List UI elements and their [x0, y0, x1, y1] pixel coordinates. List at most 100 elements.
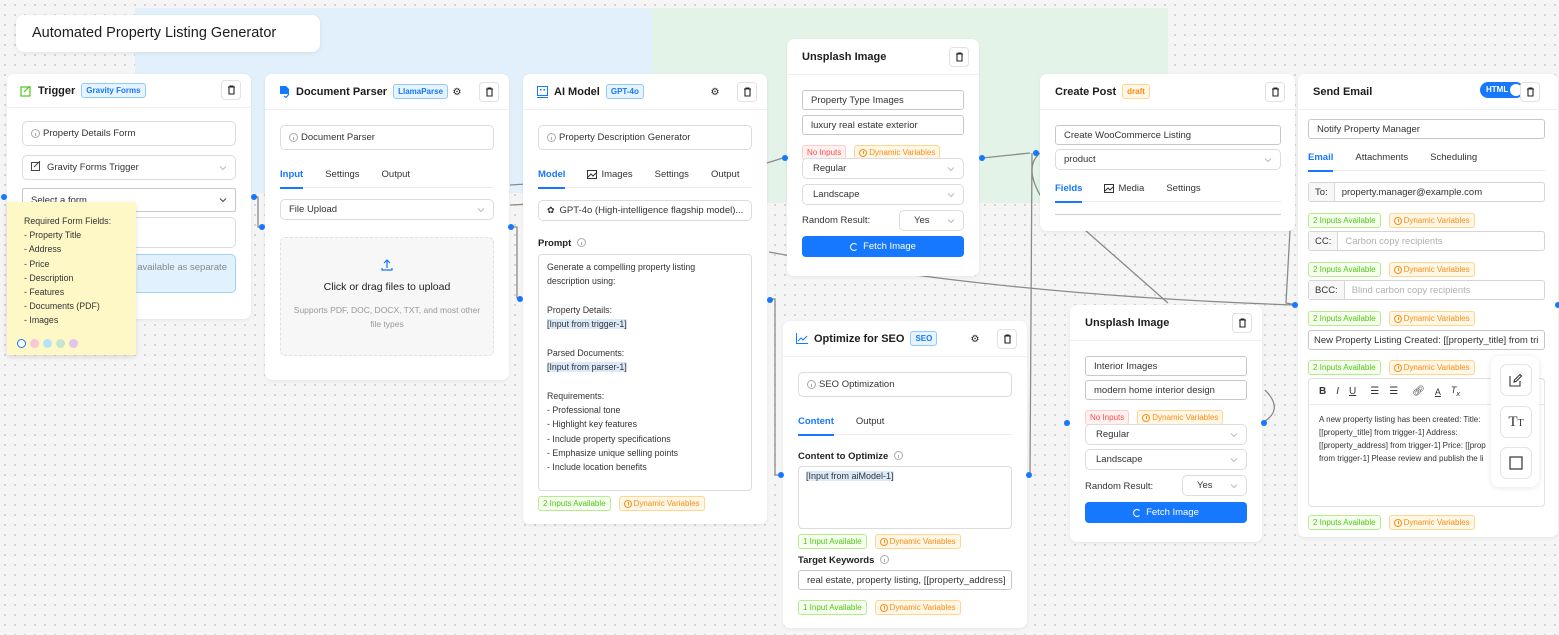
dynamic-variables-pill[interactable]: Dynamic Variables [874, 534, 961, 549]
tab-content[interactable]: Content [798, 409, 834, 436]
connection-handle[interactable] [259, 224, 265, 230]
ordered-list-button[interactable]: ☰ [1370, 386, 1379, 397]
bcc-field[interactable]: BCC: Blind carbon copy recipients [1308, 280, 1545, 300]
swatch-green[interactable] [56, 339, 65, 348]
edit-note-tool[interactable] [1500, 364, 1532, 396]
swatch-purple[interactable] [69, 339, 78, 348]
settings-gear-icon[interactable]: ⚙ [708, 85, 722, 99]
node-name-field[interactable]: Document Parser [280, 125, 494, 150]
connection-handle[interactable] [782, 155, 788, 161]
connection-handle[interactable] [1026, 472, 1032, 478]
orientation-select[interactable]: Landscape [1085, 449, 1247, 470]
connection-handle[interactable] [251, 194, 257, 200]
model-select[interactable]: ✿ GPT-4o (High-intelligence flagship mode… [538, 200, 752, 221]
unsplash-image-node[interactable]: Unsplash Image Interior Images modern ho… [1070, 305, 1262, 542]
tab-settings[interactable]: Settings [1166, 176, 1200, 202]
orientation-select[interactable]: Landscape [802, 184, 964, 205]
fetch-image-button[interactable]: Fetch Image [802, 236, 964, 257]
node-name-field[interactable]: Create WooCommerce Listing [1055, 125, 1281, 145]
node-name-field[interactable]: Interior Images [1085, 356, 1247, 376]
dynamic-variables-pill[interactable]: Dynamic Variables [1388, 311, 1475, 326]
bold-button[interactable]: B [1319, 386, 1326, 397]
file-upload-dropzone[interactable]: Click or drag files to upload Supports P… [280, 237, 494, 356]
tab-settings[interactable]: Settings [655, 162, 689, 188]
ai-model-node[interactable]: AI Model GPT-4o ⚙ Property Description G… [523, 74, 767, 524]
tab-output[interactable]: Output [856, 409, 885, 435]
search-query-field[interactable]: modern home interior design [1085, 380, 1247, 400]
tab-settings[interactable]: Settings [325, 162, 359, 188]
delete-node-button[interactable] [221, 80, 241, 100]
dynamic-variables-pill[interactable]: Dynamic Variables [1137, 410, 1224, 425]
search-query-field[interactable]: luxury real estate exterior [802, 115, 964, 135]
content-textarea[interactable]: [Input from aiModel-1] [798, 466, 1012, 529]
connection-handle[interactable] [1555, 302, 1559, 308]
random-result-select[interactable]: Yes [1182, 475, 1247, 496]
inputs-available-pill[interactable]: 1 Input Available [798, 600, 867, 615]
connection-handle[interactable] [1, 194, 7, 200]
connection-handle[interactable] [767, 297, 773, 303]
delete-node-button[interactable] [997, 329, 1017, 349]
connection-handle[interactable] [508, 224, 514, 230]
inputs-available-pill[interactable]: 2 Inputs Available [538, 496, 611, 511]
inputs-available-pill[interactable]: 2 Inputs Available [1308, 311, 1381, 326]
fetch-image-button[interactable]: Fetch Image [1085, 502, 1247, 523]
connection-handle[interactable] [778, 472, 784, 478]
inputs-available-pill[interactable]: 2 Inputs Available [1308, 515, 1381, 530]
html-toggle[interactable]: HTML [1480, 82, 1524, 98]
delete-node-button[interactable] [1232, 313, 1252, 333]
tab-model[interactable]: Model [538, 162, 566, 189]
tab-input[interactable]: Input [280, 162, 304, 189]
swatch-white[interactable] [17, 339, 26, 348]
tab-fields[interactable]: Fields [1055, 176, 1083, 203]
connection-handle[interactable] [1261, 420, 1267, 426]
connection-handle[interactable] [517, 296, 523, 302]
workflow-title[interactable]: Automated Property Listing Generator [16, 15, 320, 52]
dynamic-variables-pill[interactable]: Dynamic Variables [1388, 262, 1475, 277]
tab-media[interactable]: Media [1104, 176, 1144, 202]
delete-node-button[interactable] [1265, 82, 1285, 102]
image-type-select[interactable]: Regular [802, 158, 964, 179]
underline-button[interactable]: U [1349, 386, 1356, 397]
text-tool[interactable]: TT [1500, 406, 1532, 438]
document-parser-node[interactable]: Document Parser LlamaParse ⚙ Document Pa… [265, 74, 509, 380]
node-name-field[interactable]: Property Description Generator [538, 125, 752, 150]
link-button[interactable]: 🔗︎ [1412, 386, 1425, 397]
delete-node-button[interactable] [1520, 82, 1540, 102]
node-name-field[interactable]: Property Type Images [802, 90, 964, 110]
tab-scheduling[interactable]: Scheduling [1430, 145, 1477, 171]
dynamic-variables-pill[interactable]: Dynamic Variables [1388, 360, 1475, 375]
tab-attachments[interactable]: Attachments [1355, 145, 1408, 171]
image-type-select[interactable]: Regular [1085, 424, 1247, 445]
text-color-button[interactable]: A [1435, 387, 1441, 397]
seo-optimize-node[interactable]: Optimize for SEO SEO ⚙ SEO Optimization … [783, 321, 1027, 628]
node-name-field[interactable]: Property Details Form [22, 121, 236, 146]
tab-output[interactable]: Output [382, 162, 411, 188]
delete-node-button[interactable] [737, 82, 757, 102]
dynamic-variables-pill[interactable]: Dynamic Variables [874, 600, 961, 615]
inputs-available-pill[interactable]: 2 Inputs Available [1308, 213, 1381, 228]
source-select[interactable]: File Upload [280, 199, 494, 220]
rectangle-tool[interactable] [1500, 447, 1532, 479]
inputs-available-pill[interactable]: 2 Inputs Available [1308, 262, 1381, 277]
clear-format-button[interactable]: Tx [1451, 385, 1460, 398]
tab-images[interactable]: Images [587, 162, 633, 188]
trigger-type-select[interactable]: Gravity Forms Trigger [22, 155, 236, 180]
prompt-textarea[interactable]: Generate a compelling property listing de… [538, 254, 752, 491]
settings-gear-icon[interactable]: ⚙ [450, 85, 464, 99]
connection-handle[interactable] [1064, 420, 1070, 426]
sticky-note[interactable]: Required Form Fields: - Property Title -… [7, 202, 136, 355]
create-post-node[interactable]: Create Post draft Create WooCommerce Lis… [1040, 74, 1295, 231]
connection-handle[interactable] [1292, 302, 1298, 308]
to-field[interactable]: To: property.manager@example.com [1308, 182, 1545, 202]
dynamic-variables-pill[interactable]: Dynamic Variables [1388, 515, 1475, 530]
post-type-select[interactable]: product [1055, 149, 1281, 170]
tab-email[interactable]: Email [1308, 145, 1334, 172]
delete-node-button[interactable] [479, 82, 499, 102]
random-result-select[interactable]: Yes [899, 210, 964, 231]
delete-node-button[interactable] [949, 47, 969, 67]
swatch-blue[interactable] [43, 339, 52, 348]
inputs-available-pill[interactable]: 1 Input Available [798, 534, 867, 549]
inputs-available-pill[interactable]: 2 Inputs Available [1308, 360, 1381, 375]
node-name-field[interactable]: Notify Property Manager [1308, 119, 1545, 139]
settings-gear-icon[interactable]: ⚙ [968, 332, 982, 346]
